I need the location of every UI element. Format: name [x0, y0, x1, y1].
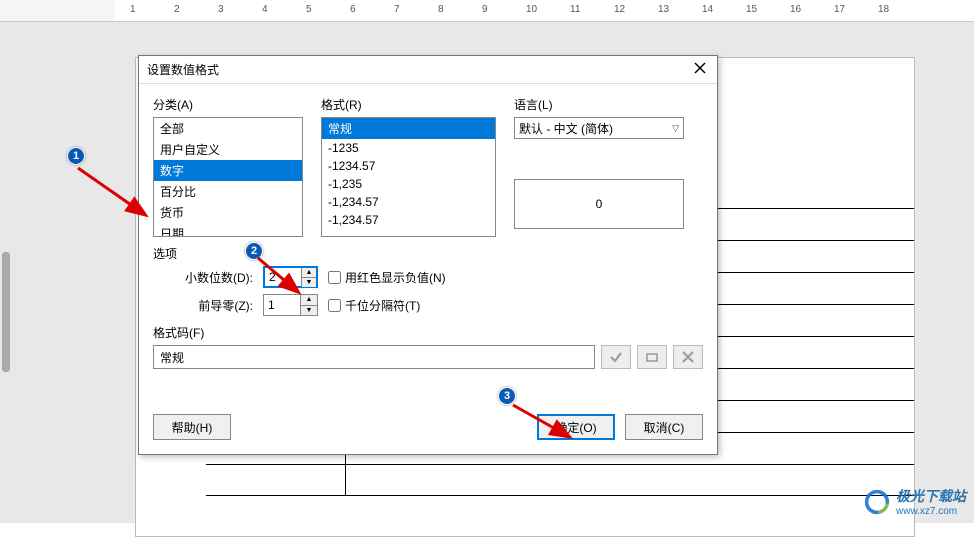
titlebar: 设置数值格式 — [139, 56, 717, 84]
spinner-up-icon[interactable]: ▲ — [301, 295, 317, 306]
watermark: 极光下载站 www.xz7.com — [864, 486, 966, 517]
category-label: 分类(A) — [153, 96, 303, 113]
category-item[interactable]: 全部 — [154, 118, 302, 139]
logo-icon — [864, 489, 890, 515]
note-icon[interactable] — [637, 345, 667, 369]
format-code-input[interactable] — [153, 345, 595, 369]
category-item[interactable]: 货币 — [154, 202, 302, 223]
category-item[interactable]: 日期 — [154, 223, 302, 237]
negative-red-label: 用红色显示负值(N) — [345, 269, 446, 286]
ok-button[interactable]: 确定(O) — [537, 414, 615, 440]
callout-1: 1 — [67, 147, 85, 165]
leading-zero-spinner[interactable]: ▲▼ — [263, 294, 318, 316]
cancel-button[interactable]: 取消(C) — [625, 414, 703, 440]
callout-2: 2 — [245, 242, 263, 260]
format-item[interactable]: 常规 — [322, 118, 495, 139]
negative-red-checkbox[interactable]: 用红色显示负值(N) — [328, 269, 446, 286]
format-listbox[interactable]: 常规-1235-1234.57-1,235-1,234.57-1,234.57 — [321, 117, 496, 237]
thousands-sep-label: 千位分隔符(T) — [345, 297, 420, 314]
decimal-places-input[interactable] — [265, 268, 301, 286]
dialog-title: 设置数值格式 — [147, 61, 691, 78]
chevron-down-icon: ▽ — [672, 123, 679, 134]
format-item[interactable]: -1,234.57 — [322, 211, 495, 229]
format-item[interactable]: -1,235 — [322, 175, 495, 193]
category-item[interactable]: 用户自定义 — [154, 139, 302, 160]
preview-value: 0 — [596, 197, 603, 211]
preview-box: 0 — [514, 179, 684, 229]
leading-zero-input[interactable] — [264, 295, 300, 315]
scrollbar[interactable] — [2, 252, 10, 372]
category-item[interactable]: 数字 — [154, 160, 302, 181]
spinner-down-icon[interactable]: ▼ — [301, 306, 317, 316]
number-format-dialog: 设置数值格式 分类(A) 全部用户自定义数字百分比货币日期时间 格式(R) 常规… — [138, 55, 718, 455]
spinner-down-icon[interactable]: ▼ — [302, 278, 316, 287]
thousands-sep-checkbox[interactable]: 千位分隔符(T) — [328, 297, 420, 314]
language-select[interactable]: 默认 - 中文 (简体) ▽ — [514, 117, 684, 139]
leading-zero-label: 前导零(Z): — [153, 297, 253, 314]
format-item[interactable]: -1,234.57 — [322, 193, 495, 211]
delete-icon[interactable] — [673, 345, 703, 369]
ruler: 123456789101112131415161718 — [0, 0, 974, 22]
format-label: 格式(R) — [321, 96, 496, 113]
options-label: 选项 — [153, 245, 703, 262]
help-button[interactable]: 帮助(H) — [153, 414, 231, 440]
decimal-places-label: 小数位数(D): — [153, 269, 253, 286]
category-listbox[interactable]: 全部用户自定义数字百分比货币日期时间 — [153, 117, 303, 237]
spinner-up-icon[interactable]: ▲ — [302, 268, 316, 278]
watermark-name: 极光下载站 — [896, 486, 966, 506]
category-item[interactable]: 百分比 — [154, 181, 302, 202]
decimal-places-spinner[interactable]: ▲▼ — [263, 266, 318, 288]
check-icon[interactable] — [601, 345, 631, 369]
callout-3: 3 — [498, 387, 516, 405]
format-item[interactable]: -1235 — [322, 139, 495, 157]
format-item[interactable]: -1234.57 — [322, 157, 495, 175]
watermark-url: www.xz7.com — [896, 506, 966, 517]
close-button[interactable] — [691, 61, 709, 79]
format-code-label: 格式码(F) — [153, 324, 703, 341]
language-label: 语言(L) — [514, 96, 684, 113]
language-value: 默认 - 中文 (简体) — [519, 120, 613, 137]
